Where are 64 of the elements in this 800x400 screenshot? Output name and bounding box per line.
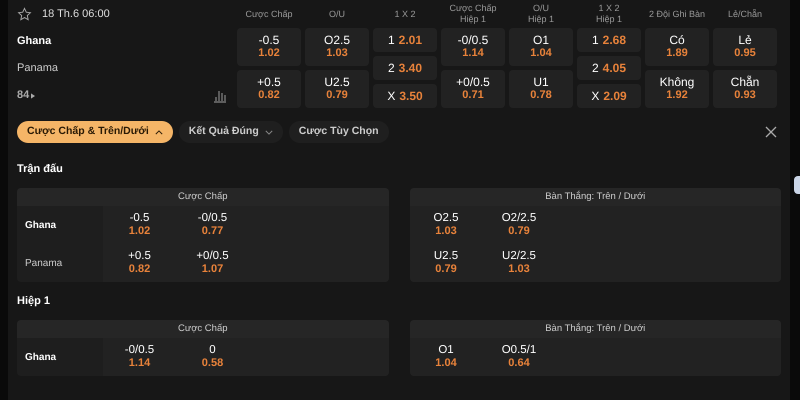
side-tab-icon[interactable] (794, 176, 800, 194)
column-header: O/U (328, 8, 345, 20)
odds-button[interactable]: 1 2.68 (577, 28, 641, 52)
odds-button[interactable]: X 3.50 (373, 84, 437, 108)
column-header: Hiệp 1 (596, 14, 622, 25)
team-name: Ghana (17, 34, 52, 50)
odds-button[interactable]: O1 1.04 (410, 344, 482, 370)
section-title: Trận đấu (17, 162, 63, 177)
column-header: Cược Chấp (246, 8, 292, 20)
column-header: 1 X 2 (598, 3, 620, 14)
filter-chip[interactable]: Cược Chấp & Trên/Dưới (17, 121, 173, 143)
odds-button[interactable]: O0.5/1 0.64 (482, 344, 556, 370)
team-name: Panama (17, 61, 59, 76)
chevron-icon (264, 130, 273, 134)
column-header: O/U (532, 3, 549, 14)
stats-icon[interactable] (213, 88, 227, 102)
chevron-icon (154, 130, 163, 134)
column-header: Hiệp 1 (460, 14, 486, 25)
panel-title: Bàn Thắng: Trên / Dưới (545, 322, 646, 336)
odds-button[interactable]: Chẵn 0.93 (713, 70, 777, 108)
team-name: Ghana (25, 350, 56, 364)
odds-button[interactable]: +0.5 0.82 (103, 250, 176, 276)
odds-button[interactable]: 1 2.01 (373, 28, 437, 52)
close-icon[interactable] (765, 126, 777, 138)
column-header: 2 Đội Ghi Bàn (648, 8, 706, 20)
odds-button[interactable]: O2.5 1.03 (410, 212, 482, 238)
column-header: Lẻ/Chẵn (728, 8, 762, 20)
caret-icon (31, 92, 36, 98)
team-name: Ghana (25, 218, 56, 232)
odds-button[interactable]: X 2.09 (577, 84, 641, 108)
odds-button[interactable]: +0.5 0.82 (237, 70, 301, 108)
odds-button[interactable]: +0/0.5 0.71 (441, 70, 505, 108)
panel-title: Cược Chấp (178, 190, 228, 204)
column-header: Hiệp 1 (528, 14, 554, 25)
odds-button[interactable]: Lẻ 0.95 (713, 28, 777, 66)
odds-button[interactable]: O1 1.04 (509, 28, 573, 66)
panel-title: Cược Chấp (178, 322, 228, 336)
odds-button[interactable]: 2 3.40 (373, 56, 437, 80)
odds-button[interactable]: +0/0.5 1.07 (176, 250, 249, 276)
odds-button[interactable]: U2/2.5 1.03 (482, 250, 556, 276)
odds-button[interactable]: -0.5 1.02 (103, 212, 176, 238)
odds-button[interactable]: -0/0.5 0.77 (176, 212, 249, 238)
odds-button[interactable]: -0.5 1.02 (237, 28, 301, 66)
odds-button[interactable]: O2/2.5 0.79 (482, 212, 556, 238)
odds-button[interactable]: U2.5 0.79 (410, 250, 482, 276)
odds-button[interactable]: Có 1.89 (645, 28, 709, 66)
filter-chip[interactable]: Cược Tùy Chọn (288, 121, 389, 143)
odds-button[interactable]: U1 0.78 (509, 70, 573, 108)
panel-title: Bàn Thắng: Trên / Dưới (545, 190, 646, 204)
odds-button[interactable]: -0/0.5 1.14 (103, 344, 176, 370)
more-markets-link[interactable]: 84 (17, 87, 36, 104)
column-header: 1 X 2 (394, 8, 416, 20)
filter-chip[interactable]: Kết Quả Đúng (178, 121, 283, 143)
column-header: Cược Chấp (450, 3, 496, 14)
section-title: Hiệp 1 (17, 294, 50, 309)
team-name: Panama (25, 256, 62, 270)
odds-button[interactable]: O2.5 1.03 (305, 28, 369, 66)
odds-button[interactable]: 2 4.05 (577, 56, 641, 80)
match-time: 18 Th.6 06:00 (42, 6, 110, 22)
odds-button[interactable]: Không 1.92 (645, 70, 709, 108)
odds-button[interactable]: U2.5 0.79 (305, 70, 369, 108)
odds-button[interactable]: 0 0.58 (176, 344, 249, 370)
star-icon[interactable] (17, 6, 32, 22)
odds-button[interactable]: -0/0.5 1.14 (441, 28, 505, 66)
